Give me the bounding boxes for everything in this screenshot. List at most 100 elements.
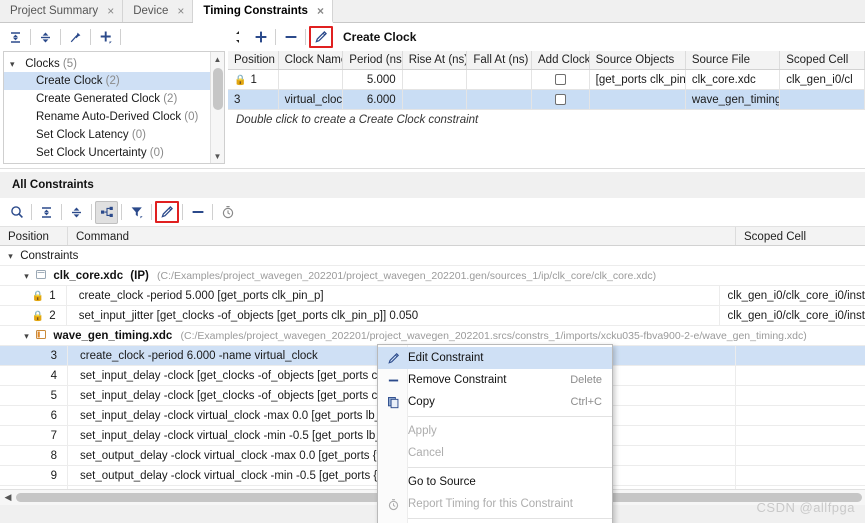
tree-item-count: (0): [131, 129, 146, 141]
cell-clock-name: [279, 70, 344, 89]
column-header-position[interactable]: Position: [228, 51, 279, 69]
sidebar-item-set-clock-latency[interactable]: Set Clock Latency (0): [4, 126, 224, 144]
menu-item-go-to-source[interactable]: Go to Source: [378, 471, 612, 493]
tree-node-wave-gen-timing-xdc[interactable]: ▾ wave_gen_timing.xdc (C:/Examples/proje…: [0, 326, 865, 346]
expand-all-icon[interactable]: [65, 201, 88, 224]
sidebar-item-set-clock-uncertainty[interactable]: Set Clock Uncertainty (0): [4, 144, 224, 162]
column-header-scoped-cell[interactable]: Scoped Cell: [780, 51, 865, 69]
sidebar-item-rename-auto-derived-clock[interactable]: Rename Auto-Derived Clock (0): [4, 108, 224, 126]
menu-item-copy[interactable]: Copy Ctrl+C: [378, 391, 612, 413]
cell-command: set_input_jitter [get_clocks -of_objects…: [67, 306, 720, 325]
menu-item-label: Cancel: [408, 447, 444, 459]
filter-icon[interactable]: [125, 201, 148, 224]
menu-item-apply: Apply: [378, 420, 612, 442]
tab-timing-constraints[interactable]: Timing Constraints ×: [193, 0, 333, 23]
table-row[interactable]: 3 virtual_clock 6.000 wave_gen_timing.xd…: [228, 90, 865, 110]
menu-item-label: Remove Constraint: [408, 374, 507, 386]
tree-root-clocks[interactable]: ▾ Clocks (5): [4, 52, 224, 72]
edit-constraint-icon[interactable]: [309, 26, 333, 48]
column-header-source-objects[interactable]: Source Objects: [590, 51, 686, 69]
column-header-scoped-cell[interactable]: Scoped Cell: [736, 227, 865, 245]
column-header-command[interactable]: Command: [68, 227, 736, 245]
cell-source-objects: [get_ports clk_pin_p]: [590, 70, 686, 89]
cell-add-clock[interactable]: [532, 70, 590, 89]
toolbar-divider: [120, 29, 121, 45]
column-header-source-file[interactable]: Source File: [686, 51, 781, 69]
cell-scoped-cell: [780, 90, 865, 109]
clocks-tree-toolbar: [0, 23, 224, 51]
splitter-handle-icon[interactable]: [226, 26, 249, 49]
table-row[interactable]: 🔒 1 create_clock -period 5.000 [get_ports…: [0, 286, 865, 306]
cell-position: 6: [0, 406, 68, 425]
remove-constraint-icon[interactable]: [186, 201, 209, 224]
group-by-icon[interactable]: [95, 200, 118, 224]
toolbar-divider: [305, 29, 306, 45]
menu-item-label: Apply: [408, 425, 437, 437]
scroll-down-icon[interactable]: ▼: [211, 149, 224, 163]
cell-scoped-cell: clk_gen_i0/clk_core_i0/inst: [727, 310, 865, 322]
remove-clock-constraint-icon[interactable]: [279, 26, 302, 49]
menu-divider: [408, 518, 612, 519]
menu-item-accel: Delete: [570, 374, 602, 386]
tab-bar-filler: [332, 0, 865, 22]
sidebar-item-create-clock[interactable]: Create Clock (2): [4, 72, 224, 90]
edit-constraint-icon: [378, 352, 408, 365]
create-clock-table: Position Clock Name Period (ns) Rise At …: [228, 51, 865, 164]
add-clock-constraint-icon[interactable]: [249, 26, 272, 49]
menu-divider: [408, 416, 612, 417]
edit-constraint-icon[interactable]: [155, 201, 179, 223]
collapse-all-icon[interactable]: [35, 201, 58, 224]
tree-node-clk-core-xdc[interactable]: ▾ clk_core.xdc (IP) (C:/Examples/project…: [0, 266, 865, 286]
tree-item-count: (2): [105, 75, 120, 87]
column-header-fall-at[interactable]: Fall At (ns): [467, 51, 532, 69]
tree-node-constraints-root[interactable]: ▾ Constraints: [0, 246, 865, 266]
tree-item-count: (0): [149, 147, 164, 159]
tab-label: Device: [133, 5, 169, 17]
column-header-add-clock[interactable]: Add Clock: [532, 51, 590, 69]
scroll-left-icon[interactable]: ◀: [0, 492, 16, 503]
add-clock-checkbox[interactable]: [554, 94, 566, 106]
remove-constraint-icon: [378, 374, 408, 387]
create-clock-hint[interactable]: Double click to create a Create Clock co…: [228, 110, 865, 126]
close-icon[interactable]: ×: [107, 5, 114, 17]
table-row[interactable]: 🔒1 5.000 [get_ports clk_pin_p] clk_core.…: [228, 70, 865, 90]
tab-device[interactable]: Device ×: [123, 0, 194, 22]
add-icon[interactable]: [94, 26, 117, 49]
cell-add-clock[interactable]: [532, 90, 590, 109]
tab-project-summary[interactable]: Project Summary ×: [0, 0, 124, 22]
column-header-rise-at[interactable]: Rise At (ns): [403, 51, 468, 69]
chevron-down-icon[interactable]: ▾: [20, 266, 33, 285]
cell-position: 7: [0, 426, 68, 445]
cell-fall-at: [467, 90, 532, 109]
file-icon: [36, 267, 47, 279]
menu-item-remove-constraint[interactable]: Remove Constraint Delete: [378, 369, 612, 391]
toolbar-divider: [151, 204, 152, 220]
cell-scoped-cell: clk_gen_i0/cl: [780, 70, 865, 89]
column-header-position[interactable]: Position: [0, 227, 68, 245]
column-header-clock-name[interactable]: Clock Name: [279, 51, 344, 69]
clocks-tree-panel: ▾ Clocks (5) Create Clock (2) Create Gen…: [3, 51, 225, 164]
menu-item-edit-constraint[interactable]: Edit Constraint: [378, 347, 612, 369]
close-icon[interactable]: ×: [317, 5, 324, 17]
pin-icon[interactable]: [64, 26, 87, 49]
tree-item-count: (0): [184, 111, 199, 123]
column-header-period[interactable]: Period (ns): [343, 51, 403, 69]
chevron-down-icon[interactable]: ▾: [20, 326, 33, 345]
sidebar-item-create-generated-clock[interactable]: Create Generated Clock (2): [4, 90, 224, 108]
search-icon[interactable]: [5, 201, 28, 224]
scroll-up-icon[interactable]: ▲: [211, 52, 224, 66]
clocks-tree-scrollbar[interactable]: ▲ ▼: [210, 52, 224, 163]
cell-fall-at: [467, 70, 532, 89]
chevron-down-icon[interactable]: ▾: [10, 54, 22, 74]
scrollbar-thumb[interactable]: [213, 68, 223, 110]
close-icon[interactable]: ×: [177, 5, 184, 17]
tree-root-label: Clocks: [25, 58, 60, 70]
menu-item-label: Copy: [408, 396, 435, 408]
expand-all-icon[interactable]: [34, 26, 57, 49]
add-clock-checkbox[interactable]: [554, 74, 566, 86]
collapse-all-icon[interactable]: [4, 26, 27, 49]
chevron-down-icon[interactable]: ▾: [4, 246, 17, 265]
cell-source-file: clk_core.xdc: [686, 70, 781, 89]
report-timing-icon[interactable]: [216, 201, 239, 224]
table-row[interactable]: 🔒 2 set_input_jitter [get_clocks -of_obje…: [0, 306, 865, 326]
